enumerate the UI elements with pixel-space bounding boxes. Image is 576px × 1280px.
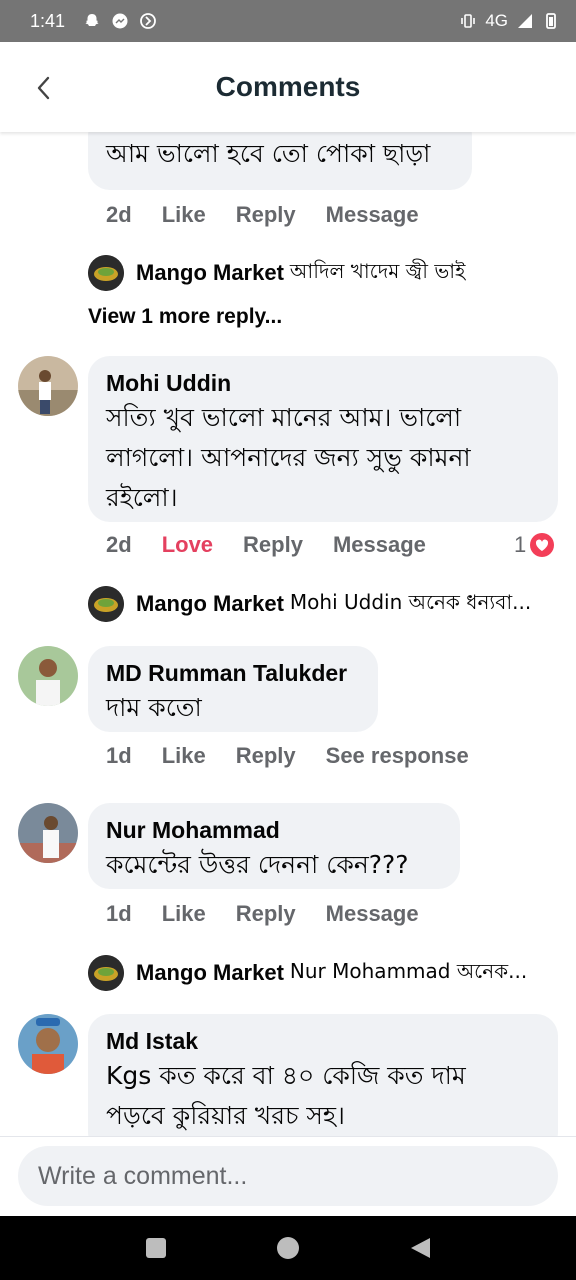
comment-actions: 2d Like Reply Message: [106, 202, 449, 228]
avatar[interactable]: [18, 803, 78, 863]
comment-author[interactable]: MD Rumman Talukder: [106, 658, 360, 688]
comment-bubble[interactable]: MD Rumman Talukder দাম কতো: [88, 646, 378, 732]
comment-text-line: Kgs কত করে বা ৪০ কেজি কত দাম: [106, 1061, 466, 1090]
battery-icon: [546, 13, 556, 29]
page-avatar: [88, 586, 124, 622]
see-response-button[interactable]: See response: [326, 743, 469, 769]
comments-header: Comments: [0, 42, 576, 132]
comment-text-line: লাগলো। আপনাদের জন্য সুভু কামনা: [106, 443, 471, 472]
status-time: 1:41: [30, 10, 66, 31]
recents-button[interactable]: [142, 1234, 170, 1262]
comment-text-line: কমেন্টের উত্তর দেননা কেন???: [106, 850, 409, 879]
signal-icon: [518, 14, 532, 28]
comment-time: 2d: [106, 202, 132, 227]
reaction-summary[interactable]: 1: [514, 532, 555, 558]
reply-preview[interactable]: Mango Market Mohi Uddin অনেক ধন্যবা...: [88, 586, 531, 622]
page-avatar: [88, 255, 124, 291]
network-type: 4G: [485, 11, 508, 30]
like-button[interactable]: Like: [162, 743, 206, 769]
comment-author[interactable]: Md Istak: [106, 1026, 540, 1056]
status-notification-icons: [83, 12, 157, 30]
status-right-icons: 4G: [459, 11, 560, 31]
comment-time: 1d: [106, 901, 132, 926]
comment-actions: 1d Like Reply See response: [106, 743, 499, 769]
square-nav-icon: [146, 1238, 166, 1258]
message-button[interactable]: Message: [326, 901, 419, 927]
page-title: Comments: [215, 71, 361, 102]
comment-bubble[interactable]: Mohi Uddin সত্যি খুব ভালো মানের আম। ভালো…: [88, 356, 558, 522]
comment-time: 2d: [106, 532, 132, 557]
reply-text: আদিল খাদেম জ্বী ভাই: [289, 258, 466, 283]
comment-text-line: পড়বে কুরিয়ার খরচ সহ।: [106, 1101, 345, 1130]
message-button[interactable]: Message: [326, 202, 419, 228]
comment-bubble-partial[interactable]: আম ভালো হবে তো পোকা ছাড়া: [88, 132, 472, 190]
like-button[interactable]: Like: [162, 202, 206, 228]
like-button[interactable]: Like: [162, 901, 206, 927]
home-button[interactable]: [274, 1234, 302, 1262]
page-avatar: [88, 955, 124, 991]
view-more-replies[interactable]: View 1 more reply...: [88, 305, 282, 329]
reply-author: Mango Market: [136, 260, 284, 285]
vibrate-icon: [461, 14, 476, 28]
triangle-nav-icon: [411, 1238, 430, 1258]
back-arrow-icon: [37, 76, 50, 100]
reply-author: Mango Market: [136, 960, 284, 985]
reply-text: Nur Mohammad অনেক...: [289, 958, 528, 983]
comment-actions: 2d Love Reply Message: [106, 532, 456, 558]
love-button[interactable]: Love: [162, 532, 213, 558]
reply-button[interactable]: Reply: [236, 743, 296, 769]
comment-author[interactable]: Mohi Uddin: [106, 368, 540, 398]
comment-text-line: দাম কতো: [106, 693, 202, 722]
comment-bubble[interactable]: Md Istak Kgs কত করে বা ৪০ কেজি কত দাম পড…: [88, 1014, 558, 1136]
comments-feed[interactable]: আম ভালো হবে তো পোকা ছাড়া 2d Like Reply …: [0, 132, 576, 1136]
comment-actions: 1d Like Reply Message: [106, 901, 449, 927]
comment-text-line: রইলো।: [106, 483, 178, 512]
reaction-count: 1: [514, 532, 527, 557]
system-nav-bar: [0, 1216, 576, 1280]
snapchat-icon: [85, 14, 99, 26]
reply-button[interactable]: Reply: [243, 532, 303, 558]
comment-time: 1d: [106, 743, 132, 768]
comment-bubble[interactable]: Nur Mohammad কমেন্টের উত্তর দেননা কেন???: [88, 803, 460, 889]
circle-nav-icon: [277, 1237, 299, 1259]
status-bar: 1:41 4G: [0, 0, 576, 42]
reply-preview[interactable]: Mango Market আদিল খাদেম জ্বী ভাই: [88, 255, 465, 291]
comment-input[interactable]: Write a comment...: [18, 1146, 558, 1206]
comment-author[interactable]: Nur Mohammad: [106, 815, 442, 845]
comment-text-line: সত্যি খুব ভালো মানের আম। ভালো: [106, 403, 462, 432]
reply-text: Mohi Uddin অনেক ধন্যবা...: [289, 589, 532, 614]
avatar[interactable]: [18, 646, 78, 706]
message-button[interactable]: Message: [333, 532, 426, 558]
comment-composer: Write a comment...: [0, 1136, 576, 1216]
reply-button[interactable]: Reply: [236, 202, 296, 228]
data-saver-icon: [140, 13, 156, 29]
reply-preview[interactable]: Mango Market Nur Mohammad অনেক...: [88, 955, 527, 991]
messenger-icon: [112, 13, 128, 29]
heart-reaction-icon: [530, 533, 555, 557]
avatar[interactable]: [18, 356, 78, 416]
avatar[interactable]: [18, 1014, 78, 1074]
reply-author: Mango Market: [136, 591, 284, 616]
reply-button[interactable]: Reply: [236, 901, 296, 927]
comment-text: আম ভালো হবে তো পোকা ছাড়া: [106, 139, 431, 168]
back-button[interactable]: [26, 70, 62, 106]
back-nav-button[interactable]: [406, 1234, 434, 1262]
